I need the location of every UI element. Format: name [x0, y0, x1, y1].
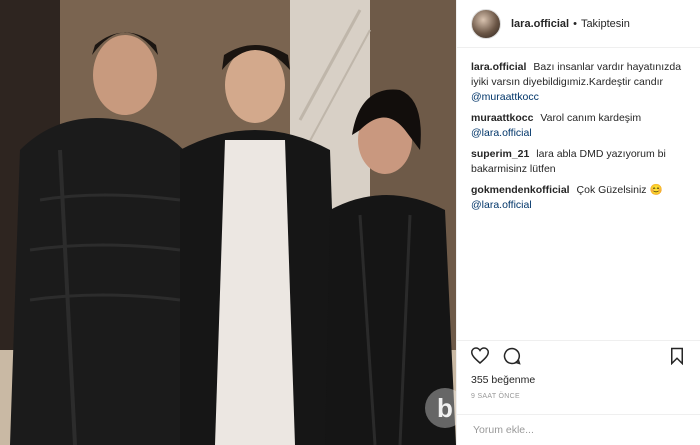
- heart-icon[interactable]: [469, 345, 491, 367]
- comment-list: lara.official Bazı insanlar vardır hayat…: [457, 48, 700, 213]
- post-header: lara.official • Takiptesin: [457, 0, 700, 48]
- photo-illustration: [0, 0, 456, 445]
- instagram-post: b lara.official • Takiptesin lara.offici…: [0, 0, 700, 445]
- comment-item: muraattkocc Varol canım kardeşim @lara.o…: [471, 111, 688, 141]
- comment-icon[interactable]: [501, 345, 523, 367]
- comment-username[interactable]: gokmendenkofficial: [471, 184, 570, 196]
- comment-item: superim_21 lara abla DMD yazıyorum bi ba…: [471, 147, 688, 177]
- comment-mention[interactable]: @lara.official: [471, 199, 532, 211]
- comment-item: gokmendenkofficial Çok Güzelsiniz 😊 @lar…: [471, 183, 688, 213]
- avatar[interactable]: [471, 8, 501, 39]
- header-separator: •: [573, 17, 577, 30]
- header-username[interactable]: lara.official: [511, 18, 569, 30]
- comment-text: Çok Güzelsiniz 😊: [576, 184, 663, 196]
- action-bar: [457, 340, 700, 370]
- comment-username[interactable]: superim_21: [471, 148, 529, 160]
- bookmark-icon[interactable]: [666, 345, 688, 367]
- follow-status[interactable]: Takiptesin: [581, 18, 630, 30]
- like-count[interactable]: 355 beğenme: [471, 374, 535, 386]
- add-comment-bar: [457, 414, 700, 445]
- comment-mention[interactable]: @lara.official: [471, 127, 532, 139]
- comment-input[interactable]: [471, 423, 686, 437]
- comment-username[interactable]: lara.official: [471, 61, 526, 73]
- comment-mention[interactable]: @muraattkocc: [471, 91, 539, 103]
- comment-text: Varol canım kardeşim: [540, 112, 642, 124]
- comment-item: lara.official Bazı insanlar vardır hayat…: [471, 60, 688, 105]
- post-photo[interactable]: b: [0, 0, 456, 445]
- post-side-panel: lara.official • Takiptesin lara.official…: [456, 0, 700, 445]
- comment-username[interactable]: muraattkocc: [471, 112, 533, 124]
- post-time: 9 SAAT ÖNCE: [471, 393, 520, 400]
